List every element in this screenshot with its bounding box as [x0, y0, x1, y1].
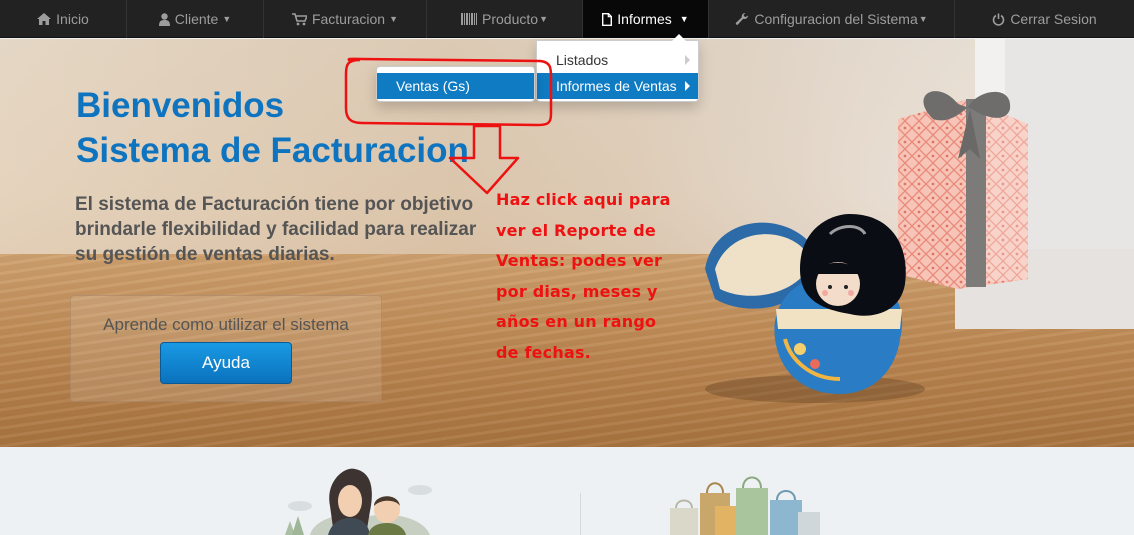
nav-producto[interactable]: Producto ▼ [427, 0, 583, 38]
nav-facturacion[interactable]: Facturacion ▼ [264, 0, 427, 38]
file-icon [602, 12, 613, 26]
people-illustration [285, 468, 432, 535]
dropdown-item-listados[interactable]: Listados [537, 47, 698, 73]
wrench-icon [735, 12, 749, 26]
power-icon [992, 13, 1005, 26]
submenu-item-ventas-gs[interactable]: Ventas (Gs) [377, 73, 534, 99]
dropdown-item-label: Listados [556, 52, 609, 68]
nav-label: Configuracion del Sistema [754, 11, 918, 27]
annotation-line: de fechas. [496, 342, 591, 362]
nesting-doll-image [705, 214, 925, 403]
nav-inicio[interactable]: Inicio [0, 0, 127, 38]
barcode-icon [461, 13, 478, 25]
chevron-right-icon [685, 55, 690, 65]
ayuda-button[interactable]: Ayuda [160, 342, 292, 384]
shopping-bags-illustration [670, 476, 820, 535]
chevron-right-icon [685, 81, 690, 91]
nav-label: Producto [482, 11, 539, 27]
annotation-line: Ventas: podes ver [496, 251, 663, 270]
nav-label: Cerrar Sesion [1010, 11, 1097, 27]
dropdown-item-informes-de-ventas[interactable]: Informes de Ventas [537, 73, 698, 99]
nav-label: Informes [617, 11, 672, 27]
help-label: Aprende como utilizar el sistema [103, 315, 349, 334]
hero-title-line2: Sistema de Facturacion [76, 131, 469, 170]
chevron-down-icon: ▼ [222, 14, 232, 24]
informes-de-ventas-submenu: Ventas (Gs) [376, 66, 535, 102]
annotation-line: Haz click aqui para [496, 190, 671, 209]
annotation-line: años en un rango [496, 312, 657, 331]
nav-label: Facturacion [311, 11, 386, 27]
informes-dropdown-menu: Listados Informes de Ventas [536, 34, 699, 102]
nav-label: Inicio [56, 11, 89, 27]
nav-cerrar-sesion[interactable]: Cerrar Sesion [955, 0, 1134, 38]
help-panel: Aprende como utilizar el sistema Ayuda [70, 295, 382, 402]
user-icon [158, 12, 170, 26]
nav-label: Cliente [174, 11, 219, 27]
annotation-line: por dias, meses y [496, 281, 658, 301]
hero-description: El sistema de Facturación tiene por obje… [75, 194, 477, 265]
nav-cliente[interactable]: Cliente ▼ [127, 0, 264, 38]
section-divider [580, 493, 581, 535]
annotation-text: Haz click aqui para ver el Reporte de Ve… [496, 185, 701, 368]
features-section [0, 448, 1134, 535]
nav-informes[interactable]: Informes ▼ [583, 0, 709, 38]
dropdown-item-label: Informes de Ventas [556, 78, 677, 94]
chevron-down-icon: ▼ [539, 14, 548, 24]
home-icon [37, 13, 52, 25]
chevron-down-icon: ▼ [679, 14, 689, 24]
nav-configuracion[interactable]: Configuracion del Sistema ▼ [709, 0, 955, 38]
annotation-line: ver el Reporte de [496, 220, 656, 240]
chevron-down-icon: ▼ [918, 14, 928, 24]
chevron-down-icon: ▼ [389, 14, 399, 24]
top-navbar: Inicio Cliente ▼ Facturacion ▼ Producto … [0, 0, 1134, 38]
cart-icon [291, 12, 307, 26]
